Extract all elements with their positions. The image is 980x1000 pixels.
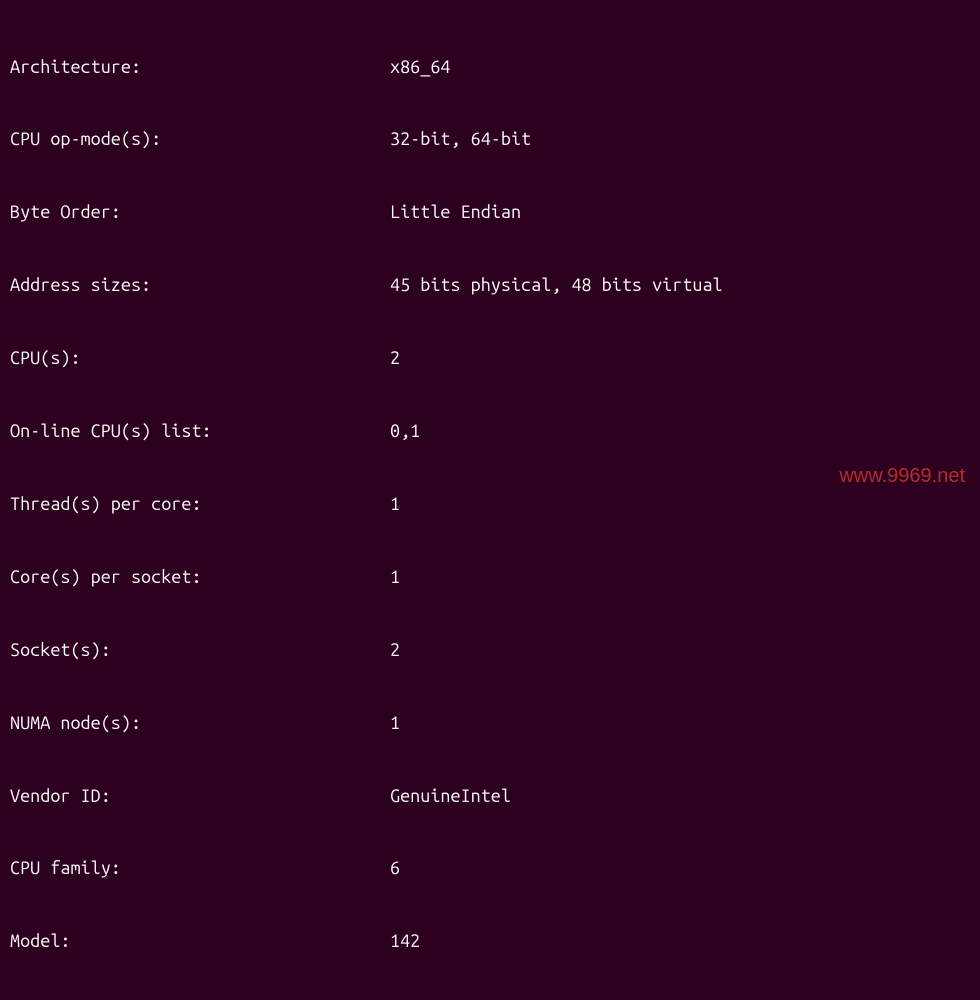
info-label: On-line CPU(s) list: (10, 419, 390, 443)
info-label: Thread(s) per core: (10, 492, 390, 516)
info-row: Address sizes:45 bits physical, 48 bits … (10, 273, 970, 297)
info-label: CPU family: (10, 856, 390, 880)
info-row: Model:142 (10, 929, 970, 953)
info-label: Socket(s): (10, 638, 390, 662)
info-row: Vendor ID:GenuineIntel (10, 784, 970, 808)
info-value: GenuineIntel (390, 784, 511, 808)
info-label: Address sizes: (10, 273, 390, 297)
watermark-text: www.9969.net (839, 463, 965, 490)
info-value: 6 (390, 856, 400, 880)
info-value: 142 (390, 929, 420, 953)
info-value: Little Endian (390, 200, 521, 224)
info-value: 45 bits physical, 48 bits virtual (390, 273, 723, 297)
info-row: CPU(s):2 (10, 346, 970, 370)
info-value: 2 (390, 638, 400, 662)
info-label: NUMA node(s): (10, 711, 390, 735)
info-value: 1 (390, 565, 400, 589)
info-label: CPU(s): (10, 346, 390, 370)
info-value: 2 (390, 346, 400, 370)
info-row: NUMA node(s):1 (10, 711, 970, 735)
info-row: Architecture:x86_64 (10, 55, 970, 79)
info-value: 1 (390, 711, 400, 735)
info-row: CPU family:6 (10, 856, 970, 880)
info-label: Byte Order: (10, 200, 390, 224)
info-value: 1 (390, 492, 400, 516)
info-value: 32-bit, 64-bit (390, 127, 531, 151)
info-row: On-line CPU(s) list:0,1 (10, 419, 970, 443)
info-row: CPU op-mode(s):32-bit, 64-bit (10, 127, 970, 151)
terminal-output: Architecture:x86_64 CPU op-mode(s):32-bi… (10, 6, 970, 1000)
info-value: 0,1 (390, 419, 420, 443)
info-label: Core(s) per socket: (10, 565, 390, 589)
info-label: Vendor ID: (10, 784, 390, 808)
info-label: Architecture: (10, 55, 390, 79)
info-row: Socket(s):2 (10, 638, 970, 662)
info-row: Core(s) per socket:1 (10, 565, 970, 589)
info-label: Model: (10, 929, 390, 953)
info-row: Thread(s) per core:1 (10, 492, 970, 516)
info-row: Byte Order:Little Endian (10, 200, 970, 224)
info-label: CPU op-mode(s): (10, 127, 390, 151)
info-value: x86_64 (390, 55, 450, 79)
